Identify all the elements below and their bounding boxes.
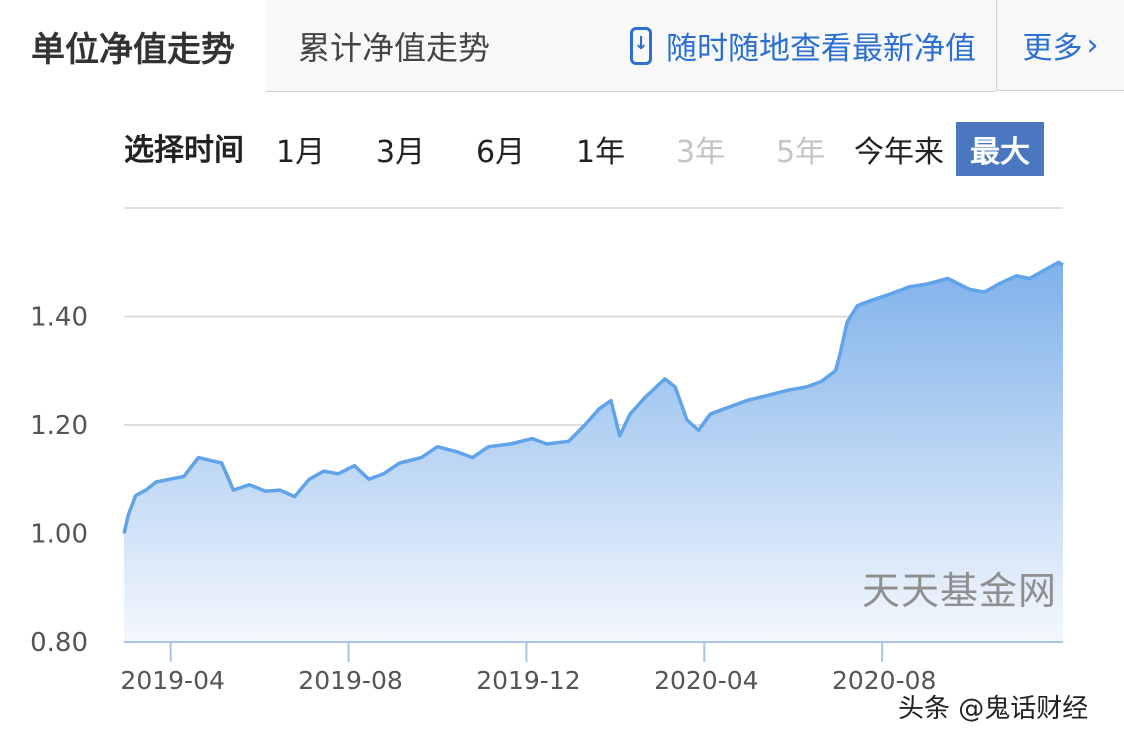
y-tick-label: 1.40 xyxy=(30,303,88,333)
x-tick-label: 2019-12 xyxy=(476,666,580,695)
range-1-year[interactable]: 1年 xyxy=(576,122,625,176)
mobile-nav-link[interactable]: 随时随地查看最新净值 xyxy=(630,0,976,91)
y-tick-label: 1.20 xyxy=(30,411,88,441)
tab-cumulative-nav[interactable]: 累计净值走势 xyxy=(298,0,490,91)
chevron-right-icon: › xyxy=(1086,27,1099,63)
x-tick-label: 2019-04 xyxy=(120,666,224,695)
x-tick-label: 2019-08 xyxy=(298,666,402,695)
nav-chart: 0.80 1.00 1.20 1.40 2019-04 2019-08 2019-12 202… xyxy=(30,207,1064,695)
y-tick-label: 0.80 xyxy=(30,628,88,658)
x-tick-label: 2020-04 xyxy=(654,666,758,695)
author-credit: 头条 @鬼话财经 xyxy=(898,694,1089,724)
y-tick-label: 1.00 xyxy=(30,520,88,550)
site-watermark: 天天基金网 xyxy=(862,569,1058,613)
tab-bar: 单位净值走势 累计净值走势 随时随地查看最新净值 更多 › xyxy=(0,0,1124,92)
range-1-month[interactable]: 1月 xyxy=(276,122,325,176)
range-max[interactable]: 最大 xyxy=(956,122,1044,176)
mobile-nav-link-label: 随时随地查看最新净值 xyxy=(666,31,976,67)
time-range-label: 选择时间 xyxy=(124,133,244,168)
range-3-months[interactable]: 3月 xyxy=(376,122,425,176)
range-6-months[interactable]: 6月 xyxy=(476,122,525,176)
range-3-years[interactable]: 3年 xyxy=(676,122,725,176)
more-link[interactable]: 更多 › xyxy=(996,0,1124,91)
time-range-selector: 选择时间 1月 3月 6月 1年 3年 5年 今年来 最大 xyxy=(0,118,1124,176)
phone-download-icon xyxy=(630,26,652,65)
range-year-to-date[interactable]: 今年来 xyxy=(854,122,944,176)
more-link-label: 更多 xyxy=(1022,31,1083,66)
range-5-years[interactable]: 5年 xyxy=(776,122,825,176)
tab-unit-nav[interactable]: 单位净值走势 xyxy=(0,0,267,92)
tab-cumulative-nav-container: 累计净值走势 随时随地查看最新净值 xyxy=(266,0,996,92)
nav-chart-container: 0.80 1.00 1.20 1.40 2019-04 2019-08 2019-12 202… xyxy=(0,190,1124,740)
